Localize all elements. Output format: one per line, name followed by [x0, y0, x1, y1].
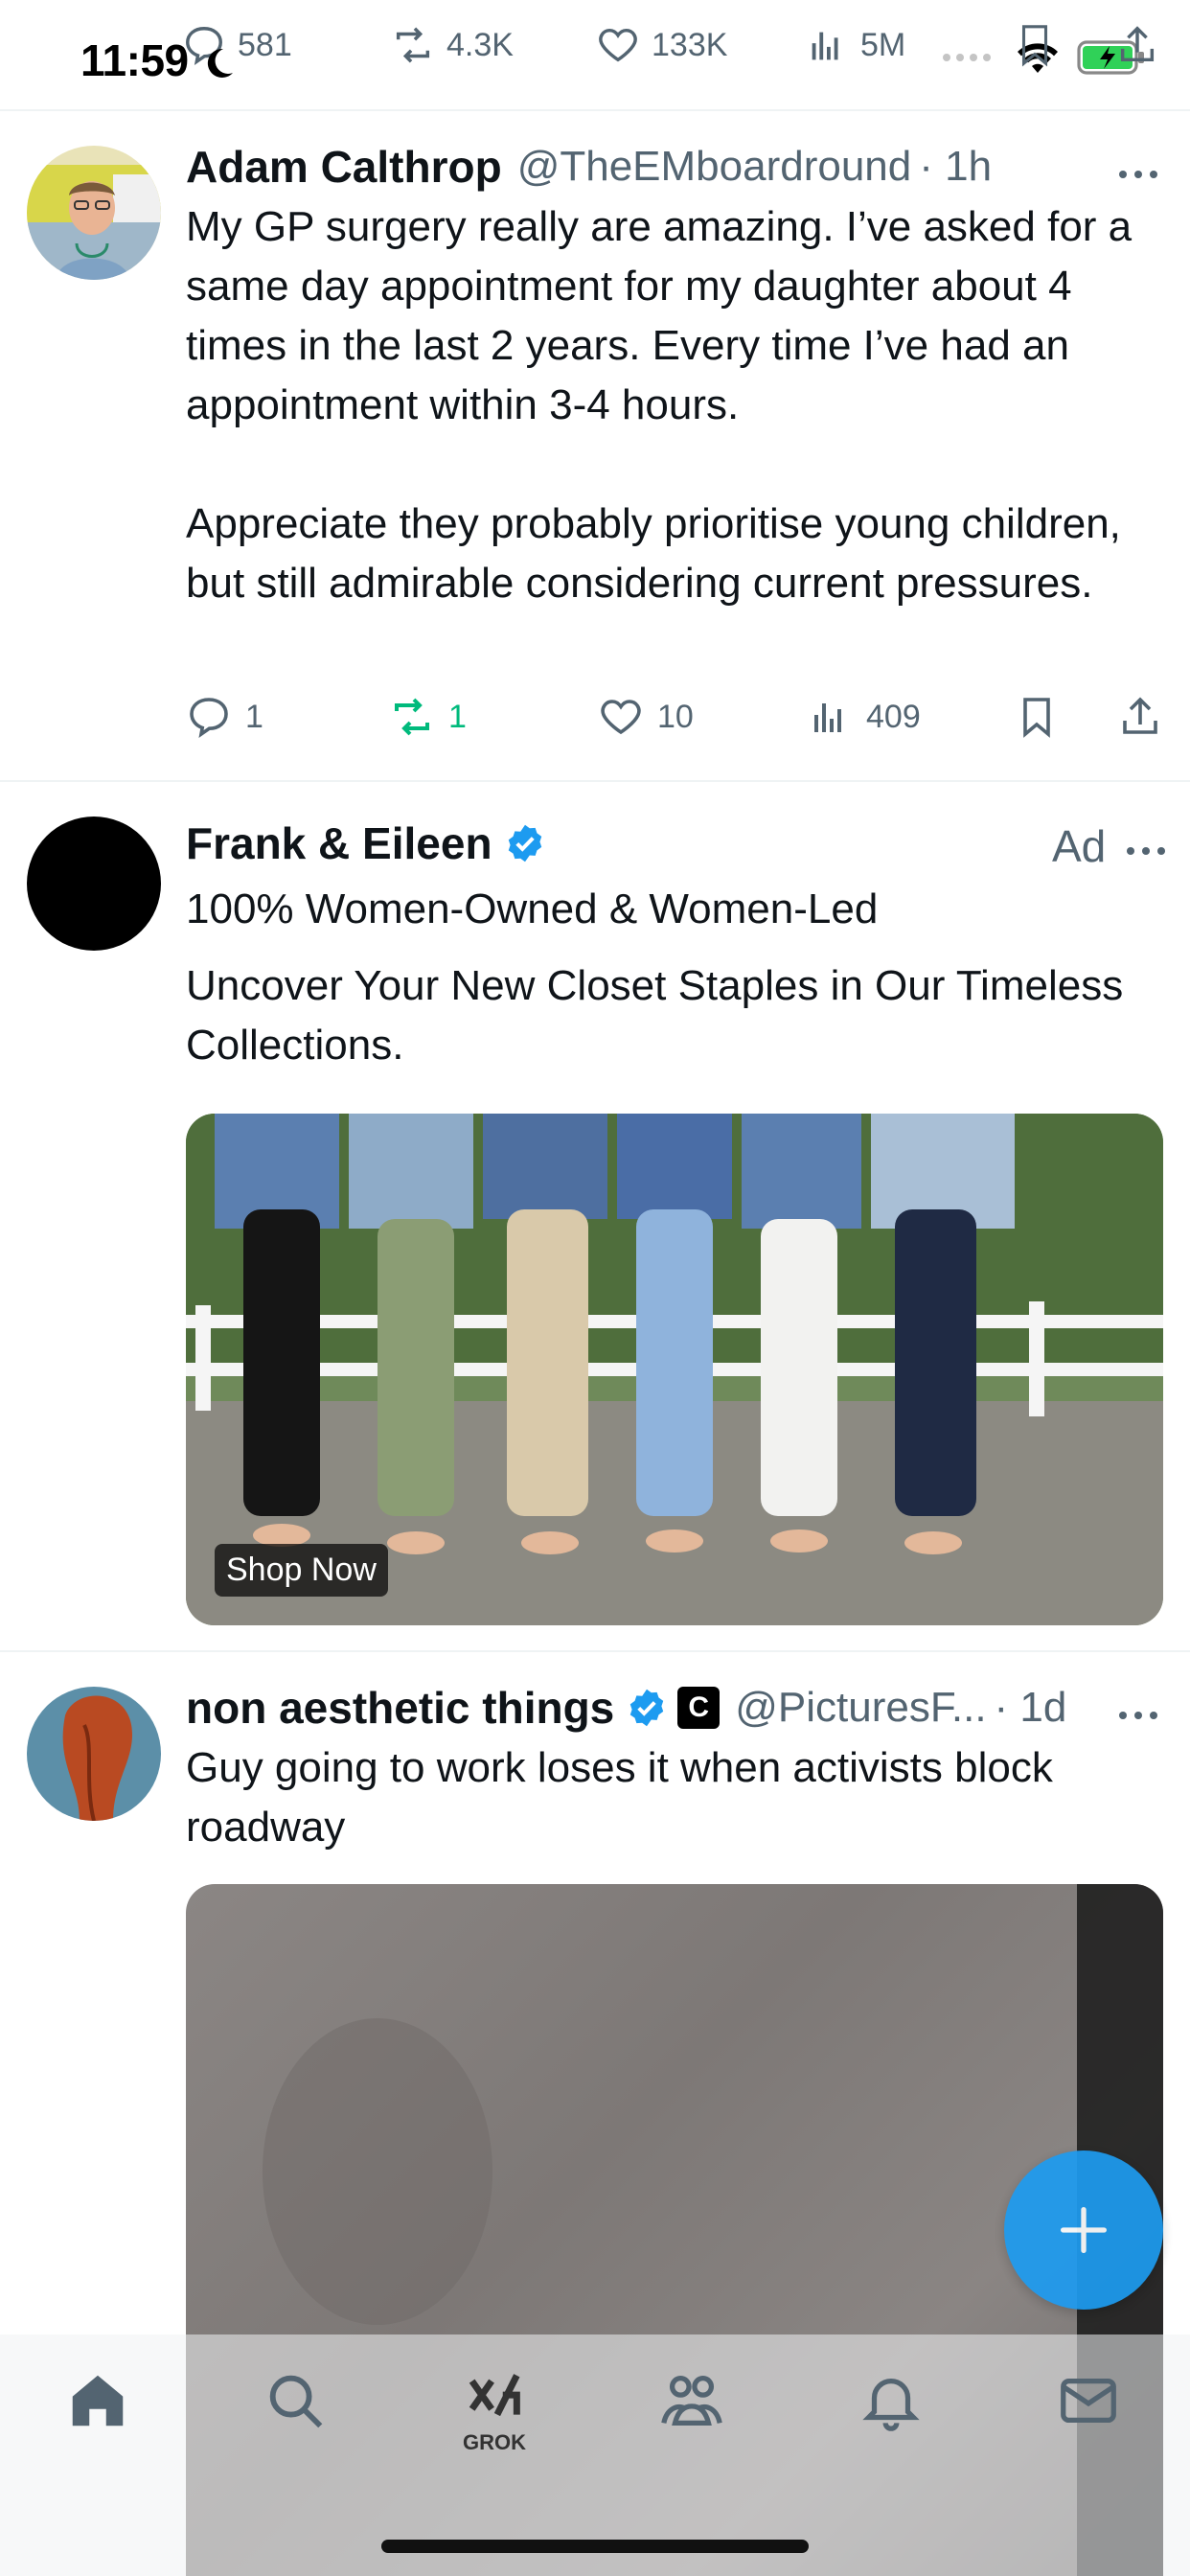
ad-label: Ad [1052, 821, 1107, 871]
views-button[interactable]: 409 [807, 694, 921, 740]
mail-icon [1061, 2378, 1116, 2424]
more-options-icon[interactable] [1115, 1706, 1161, 1725]
views-icon [812, 32, 838, 60]
prev-repost-count: 4.3K [446, 26, 514, 63]
tweet-header: Adam Calthrop @TheEMboardround · 1h [186, 140, 1163, 194]
like-button[interactable]: 10 [598, 694, 694, 740]
reply-count: 1 [245, 698, 263, 735]
tab-notifications[interactable] [843, 2367, 939, 2472]
home-indicator [381, 2540, 809, 2553]
affiliate-badge[interactable]: C [677, 1687, 721, 1729]
avatar[interactable] [27, 146, 161, 280]
reply-icon [190, 698, 228, 738]
share-button[interactable] [1117, 694, 1163, 740]
like-count: 10 [657, 698, 694, 735]
author-handle[interactable]: @PicturesF... [735, 1684, 986, 1732]
prev-like-stat[interactable]: 133K [596, 23, 727, 67]
more-options-icon[interactable] [1123, 841, 1169, 861]
prev-views-stat[interactable]: 5M [805, 23, 905, 67]
author-handle[interactable]: @TheEMboardround [517, 143, 912, 191]
tweet-header: non aesthetic things C @PicturesF... · 1… [186, 1681, 1163, 1735]
tab-messages[interactable] [1041, 2367, 1136, 2472]
avatar[interactable] [27, 1687, 161, 1821]
avatar-doctor-image [27, 146, 161, 280]
focus-moon-icon [207, 48, 233, 78]
repost-button[interactable]: 1 [389, 694, 467, 740]
grok-label: GROK [463, 2430, 526, 2454]
repost-count: 1 [448, 698, 467, 735]
views-icon [814, 703, 841, 732]
ad-media-image[interactable]: Shop Now [186, 1114, 1163, 1625]
tweet-time[interactable]: · 1d [995, 1684, 1067, 1732]
home-icon [72, 2375, 124, 2426]
prev-like-count: 133K [652, 26, 728, 63]
more-options-icon[interactable] [1115, 165, 1161, 184]
verified-badge-icon[interactable] [504, 822, 546, 864]
ad-text[interactable]: Uncover Your New Closet Staples in Our T… [186, 956, 1163, 1075]
share-icon-faded[interactable] [1115, 23, 1159, 67]
author-name[interactable]: Frank & Eileen [186, 817, 492, 869]
tab-home[interactable] [50, 2367, 146, 2472]
signal-dots-icon [943, 54, 991, 61]
tab-grok[interactable]: GROK [446, 2367, 542, 2472]
grok-icon [469, 2374, 520, 2417]
prev-repost-stat[interactable]: 4.3K [391, 23, 514, 67]
prev-views-count: 5M [860, 26, 906, 63]
heart-icon [601, 700, 641, 735]
prev-reply-count: 581 [238, 26, 292, 63]
avatar[interactable] [27, 816, 161, 951]
search-icon [269, 2375, 323, 2428]
author-name[interactable]: Adam Calthrop [186, 141, 502, 193]
bookmark-button[interactable] [1014, 694, 1060, 740]
status-time: 11:59 [80, 35, 189, 85]
repost-icon [396, 27, 430, 63]
views-count: 409 [866, 698, 921, 735]
repost-icon [395, 698, 429, 736]
reply-button[interactable]: 1 [186, 694, 263, 740]
tab-communities[interactable] [644, 2367, 740, 2472]
status-bar: 581 4.3K 133K 5M 11:59 [0, 0, 1190, 109]
tweet-actions: 1 1 10 409 [186, 694, 1163, 748]
plus-icon [1061, 2207, 1107, 2253]
tweet-adam-calthrop[interactable]: Adam Calthrop @TheEMboardround · 1h My G… [0, 111, 1190, 780]
share-icon [1123, 697, 1157, 734]
tweet-ad-frank-eileen[interactable]: Frank & Eileen 100% Women-Owned & Women-… [0, 782, 1190, 1650]
tweet-header: Frank & Eileen [186, 816, 1163, 870]
tab-search[interactable] [247, 2367, 343, 2472]
bell-icon [862, 2378, 920, 2431]
verified-badge-icon[interactable] [626, 1687, 668, 1729]
communities-icon [661, 2376, 722, 2426]
author-name[interactable]: non aesthetic things [186, 1682, 614, 1734]
tweet-text[interactable]: Guy going to work loses it when activist… [186, 1738, 1163, 1857]
bookmark-icon-faded[interactable] [1016, 23, 1054, 67]
compose-button[interactable] [1004, 2150, 1163, 2310]
heart-icon [599, 28, 637, 62]
shop-now-button[interactable]: Shop Now [215, 1544, 388, 1597]
avatar-red-hair-image [27, 1687, 161, 1821]
tweet-text[interactable]: My GP surgery really are amazing. I’ve a… [186, 197, 1163, 613]
tweet-time[interactable]: · 1h [919, 143, 992, 191]
ad-headline[interactable]: 100% Women-Owned & Women-Led [186, 880, 1163, 939]
bookmark-icon [1023, 698, 1050, 738]
